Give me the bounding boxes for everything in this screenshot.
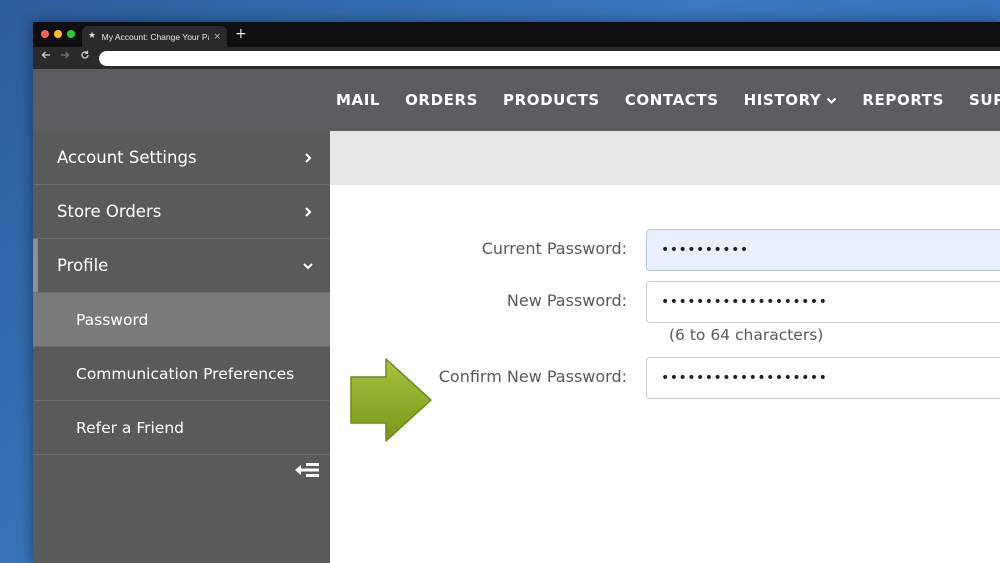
browser-tab[interactable]: ★ My Account: Change Your Password × (82, 26, 227, 47)
collapse-sidebar-icon[interactable] (294, 461, 320, 479)
sidebar-subitem-refer-a-friend[interactable]: Refer a Friend (33, 401, 330, 455)
close-window-button[interactable] (41, 30, 49, 38)
chevron-down-icon (303, 262, 313, 269)
reload-icon[interactable] (80, 50, 90, 64)
forward-arrow-icon[interactable] (60, 50, 70, 64)
nav-orders[interactable]: ORDERS (405, 91, 478, 109)
chevron-right-icon (305, 206, 312, 217)
address-bar[interactable] (99, 51, 1000, 66)
nav-history[interactable]: HISTORY (744, 91, 838, 109)
sidebar-item-label: Store Orders (57, 202, 162, 221)
confirm-password-label: Confirm New Password: (438, 367, 627, 386)
minimize-window-button[interactable] (54, 30, 62, 38)
tab-close-icon[interactable]: × (213, 32, 221, 42)
browser-toolbar (33, 47, 1000, 69)
nav-contacts[interactable]: CONTACTS (625, 91, 719, 109)
sidebar-item-label: Profile (57, 256, 109, 275)
new-password-input[interactable]: ••••••••••••••••••• (646, 281, 1000, 323)
browser-window: ★ My Account: Change Your Password × + M… (33, 22, 1000, 563)
new-tab-button[interactable]: + (235, 26, 247, 42)
nav-suppliers[interactable]: SUPPLI (969, 91, 1000, 109)
password-form: Current Password: •••••••••• New Passwor… (330, 185, 1000, 563)
confirm-password-input[interactable]: ••••••••••••••••••• (646, 357, 1000, 399)
password-length-hint: (6 to 64 characters) (669, 326, 824, 344)
top-navigation: MAIL ORDERS PRODUCTS CONTACTS HISTORY RE… (336, 69, 1000, 131)
chevron-down-icon (826, 91, 837, 109)
nav-reports[interactable]: REPORTS (862, 91, 944, 109)
sidebar-subitem-password[interactable]: Password (33, 293, 330, 347)
content-header-strip (330, 131, 1000, 185)
back-arrow-icon[interactable] (41, 50, 51, 64)
app-header: MAIL ORDERS PRODUCTS CONTACTS HISTORY RE… (33, 69, 1000, 131)
chevron-right-icon (305, 152, 312, 163)
nav-mail[interactable]: MAIL (336, 91, 380, 109)
sidebar-item-profile[interactable]: Profile (33, 239, 330, 293)
sidebar: Account Settings Store Orders Profile Pa… (33, 131, 330, 563)
nav-history-label: HISTORY (743, 91, 822, 109)
current-password-input[interactable]: •••••••••• (646, 229, 1000, 271)
favicon-icon: ★ (88, 31, 97, 41)
new-password-label: New Password: (506, 291, 627, 310)
tab-title: My Account: Change Your Password (101, 31, 210, 42)
sidebar-subitem-communication-preferences[interactable]: Communication Preferences (33, 347, 330, 401)
maximize-window-button[interactable] (67, 30, 75, 38)
sidebar-item-store-orders[interactable]: Store Orders (33, 185, 330, 239)
browser-titlebar: ★ My Account: Change Your Password × + (33, 22, 1000, 47)
nav-products[interactable]: PRODUCTS (503, 91, 600, 109)
green-arrow-icon (350, 358, 432, 442)
current-password-label: Current Password: (481, 239, 627, 258)
sidebar-item-account-settings[interactable]: Account Settings (33, 131, 330, 185)
sidebar-item-label: Account Settings (57, 148, 197, 167)
